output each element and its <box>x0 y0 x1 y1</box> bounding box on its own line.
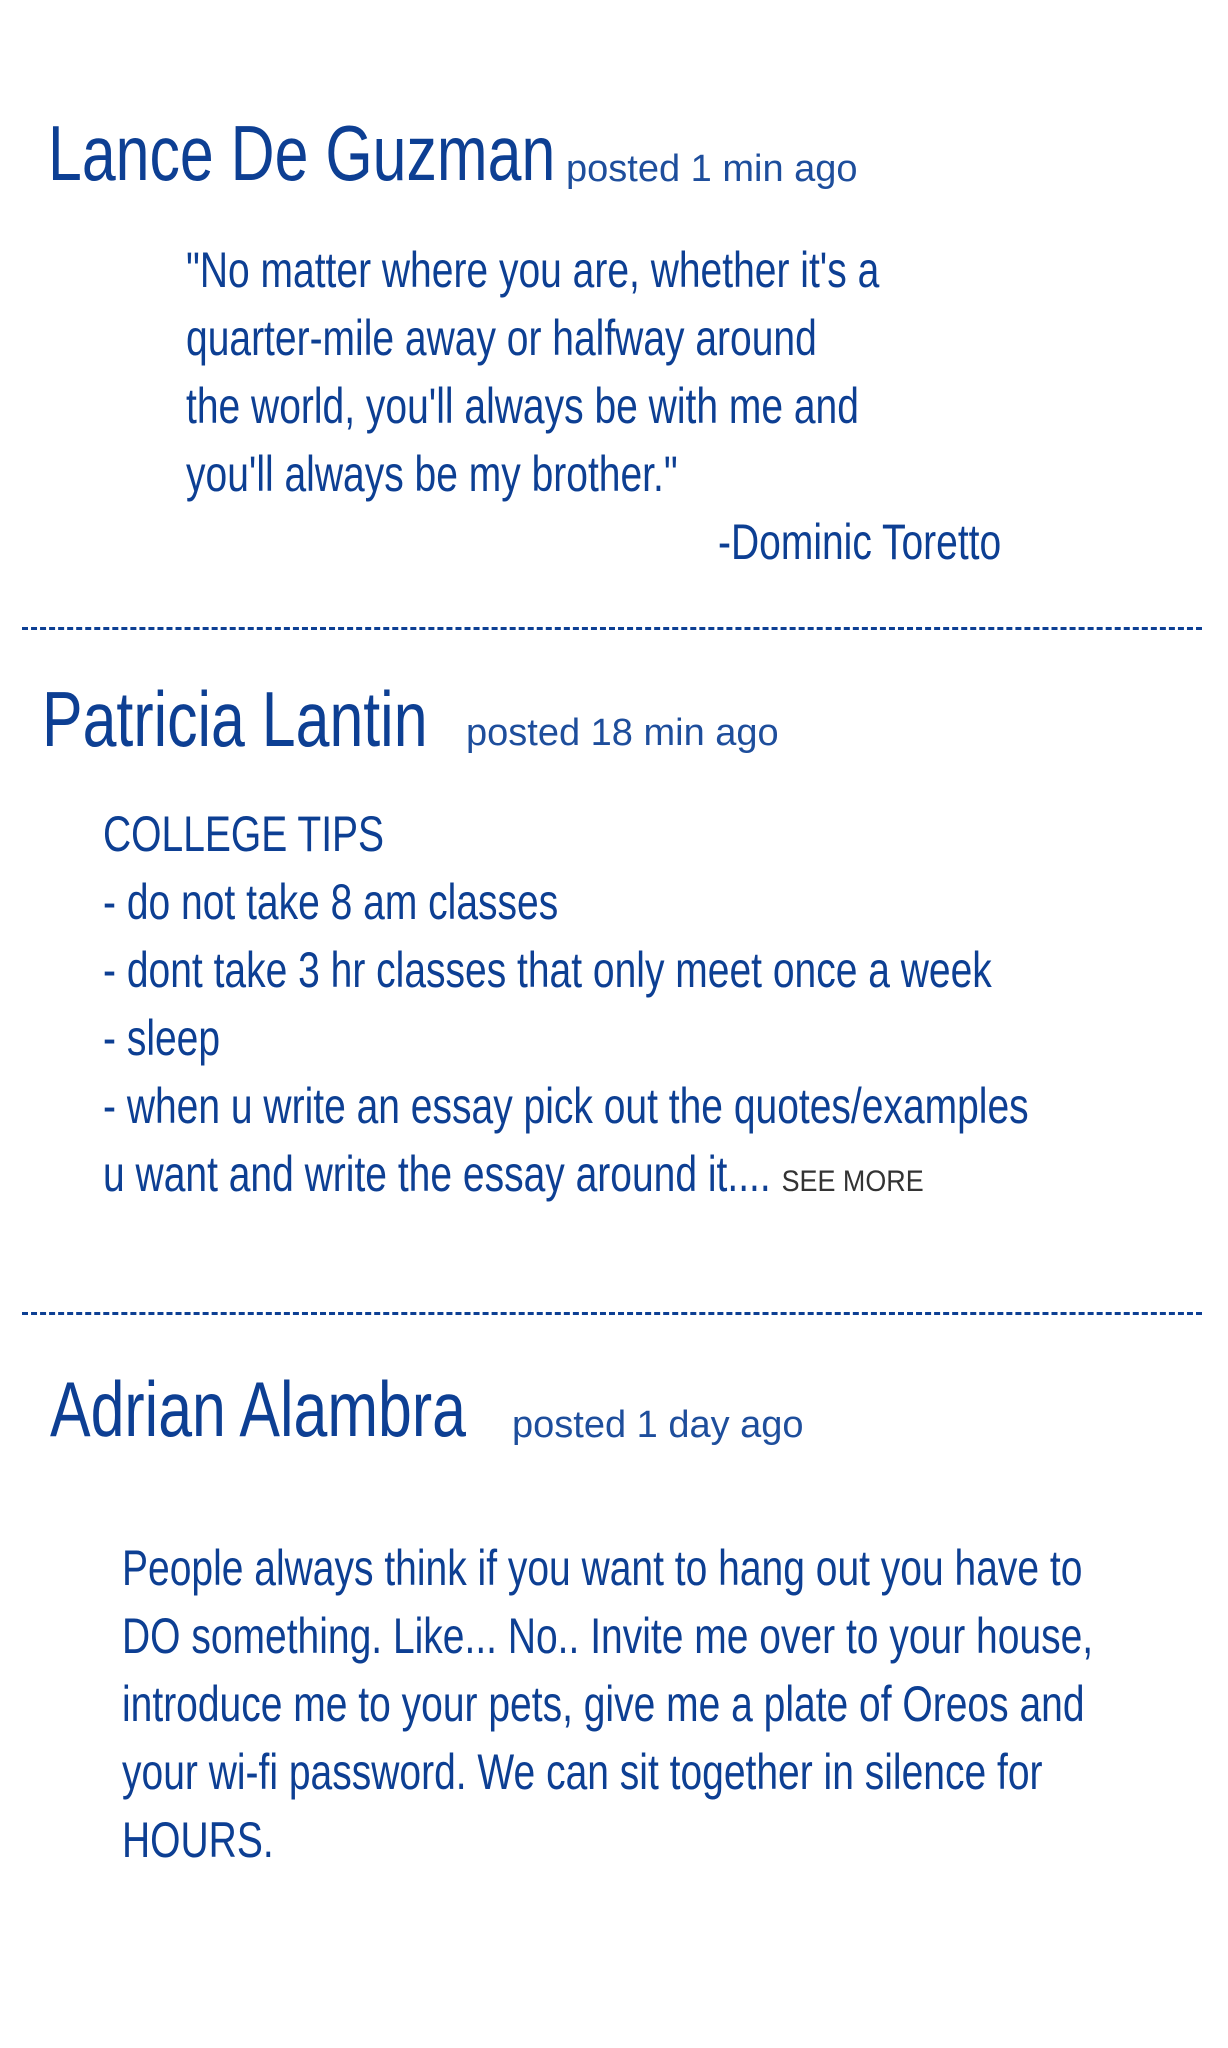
post-body-line: - dont take 3 hr classes that only meet … <box>103 942 992 998</box>
post-body-line: u want and write the essay around it....… <box>103 1140 1029 1216</box>
post-divider <box>22 627 1202 630</box>
post-body-line: you'll always be my brother." <box>186 446 678 502</box>
post-body-line: "No matter where you are, whether it's a <box>186 242 880 298</box>
post-author-name[interactable]: Patricia Lantin <box>42 680 428 758</box>
post-body-line: - sleep <box>103 1010 221 1066</box>
post-body-line-text: u want and write the essay around it.... <box>103 1146 771 1202</box>
see-more-link[interactable]: SEE MORE <box>782 1148 924 1216</box>
post-timestamp: posted 1 min ago <box>566 148 858 190</box>
post-body-line: introduce me to your pets, give me a pla… <box>122 1676 1085 1732</box>
post-body-line: COLLEGE TIPS <box>103 806 385 862</box>
post-timestamp: posted 18 min ago <box>466 712 779 754</box>
post-body-line: DO something. Like... No.. Invite me ove… <box>122 1608 1094 1664</box>
post-body-line: - when u write an essay pick out the quo… <box>103 1078 1029 1134</box>
post-timestamp: posted 1 day ago <box>512 1404 804 1446</box>
post-body-line: People always think if you want to hang … <box>122 1540 1083 1596</box>
post-divider <box>22 1312 1202 1315</box>
post-body: COLLEGE TIPS - do not take 8 am classes … <box>103 800 1029 1216</box>
post-author-name[interactable]: Lance De Guzman <box>48 114 555 192</box>
post-body-line: quarter-mile away or halfway around <box>186 310 817 366</box>
quote-attribution: -Dominic Toretto <box>718 514 1002 570</box>
post-author-name[interactable]: Adrian Alambra <box>50 1370 466 1448</box>
post-body: "No matter where you are, whether it's a… <box>186 236 879 508</box>
post-body-line: - do not take 8 am classes <box>103 874 559 930</box>
post-body-line: your wi-fi password. We can sit together… <box>122 1744 1043 1800</box>
post-body-line: HOURS. <box>122 1812 274 1868</box>
post-body: People always think if you want to hang … <box>122 1534 1093 1874</box>
post-body-line: the world, you'll always be with me and <box>186 378 859 434</box>
